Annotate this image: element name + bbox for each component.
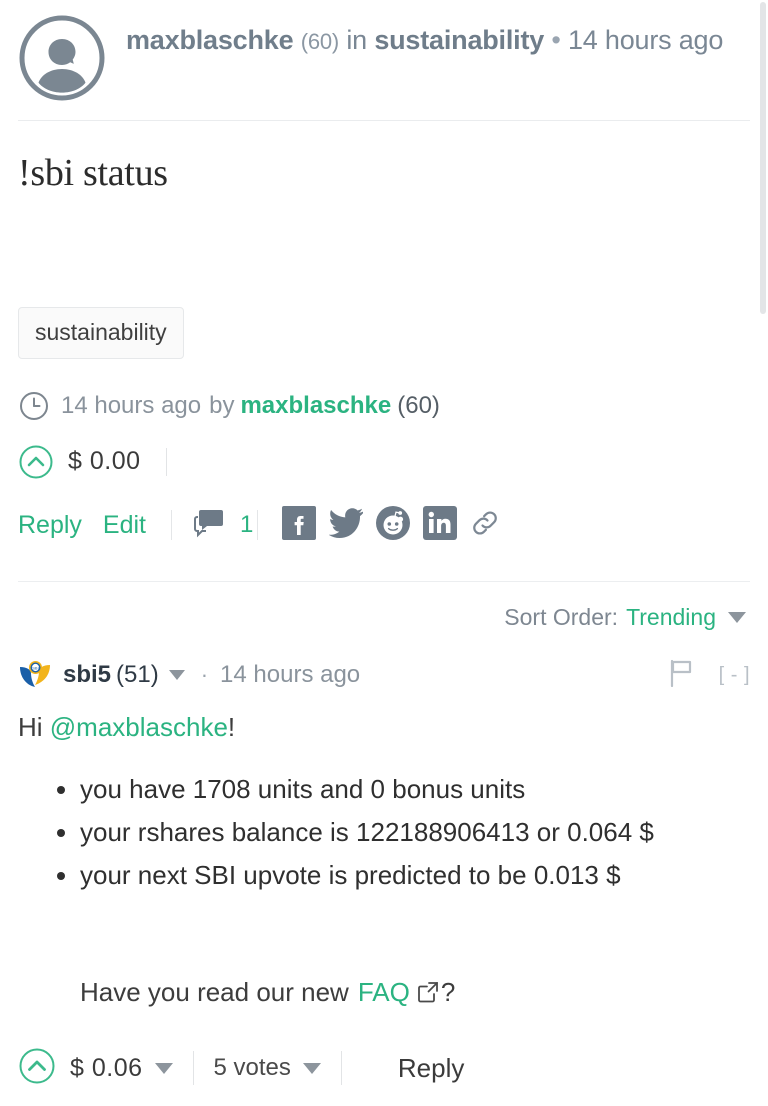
comment-author-reputation: (51) (116, 661, 159, 689)
comment-reply-button[interactable]: Reply (398, 1053, 464, 1084)
tag-chip-sustainability[interactable]: sustainability (18, 306, 184, 359)
comment: SBI sbi5 (51) · 14 hours ago [ - ] Hi @m… (0, 631, 768, 1008)
post-payout-value[interactable]: $ 0.00 (68, 447, 141, 476)
mention-link[interactable]: @maxblaschke (50, 712, 228, 742)
list-item: you have 1708 units and 0 bonus units (80, 769, 750, 810)
comment-votes-value[interactable]: 5 votes (214, 1054, 291, 1082)
comment-bullet-list: you have 1708 units and 0 bonus units yo… (18, 769, 750, 896)
post-edit-button[interactable]: Edit (103, 511, 146, 540)
linkedin-icon[interactable] (423, 505, 458, 545)
sort-order-value[interactable]: Trending (626, 604, 716, 631)
actions-divider-1 (171, 510, 173, 541)
external-link-icon[interactable] (417, 981, 439, 1003)
page-scrollbar[interactable] (758, 0, 768, 1106)
collapse-comment-button[interactable]: [ - ] (719, 664, 750, 687)
community-link[interactable]: sustainability (374, 25, 544, 55)
post-page: maxblaschke (60) in sustainability • 14 … (0, 0, 768, 1106)
faq-prefix-text: Have you read our new (80, 976, 349, 1007)
clock-icon (18, 390, 50, 422)
comment-footer: $ 0.06 5 votes Reply (0, 1008, 768, 1090)
comment-meta-separator: · (200, 662, 209, 688)
tag-list: sustainability (0, 306, 768, 359)
comment-author-chevron-down-icon[interactable] (168, 670, 185, 681)
post-meta-age: 14 hours ago (61, 391, 202, 419)
comment-header: SBI sbi5 (51) · 14 hours ago [ - ] (18, 631, 750, 692)
comment-count-group[interactable]: 1 (194, 508, 253, 543)
post-actions-row: Reply Edit 1 (0, 480, 768, 545)
post-payout-row: $ 0.00 (0, 422, 768, 480)
faq-link[interactable]: FAQ (358, 977, 410, 1008)
comment-footer-divider-2 (340, 1051, 342, 1086)
comment-header-controls: [ - ] (669, 659, 750, 692)
post-author-link[interactable]: maxblaschke (126, 25, 294, 55)
list-item: your next SBI upvote is predicted to be … (80, 855, 750, 896)
in-word: in (346, 25, 367, 55)
post-reply-button[interactable]: Reply (18, 511, 82, 540)
list-item: your rshares balance is 122188906413 or … (80, 812, 750, 853)
chevron-down-icon[interactable] (728, 611, 746, 623)
greeting-prefix: Hi (18, 711, 50, 742)
comment-footer-divider-1 (192, 1051, 194, 1086)
link-icon[interactable] (470, 508, 500, 543)
post-meta-by: by (209, 391, 235, 419)
faq-suffix-text: ? (440, 976, 456, 1007)
byline-separator: • (551, 25, 561, 55)
post-meta-author-link[interactable]: maxblaschke (240, 392, 391, 420)
comment-bubble-icon (194, 508, 226, 543)
share-icon-group (282, 505, 500, 545)
page-title: !sbi status (18, 152, 168, 194)
post-header: maxblaschke (60) in sustainability • 14 … (0, 0, 768, 102)
sort-order-label: Sort Order: (504, 603, 619, 630)
comment-payout-value[interactable]: $ 0.06 (70, 1054, 143, 1083)
post-meta: 14 hours ago by maxblaschke (60) (0, 359, 768, 422)
post-author-reputation: (60) (300, 29, 340, 54)
reddit-icon[interactable] (376, 505, 411, 545)
facebook-icon[interactable] (282, 505, 317, 545)
comment-faq-line: Have you read our new FAQ ? (18, 898, 750, 1008)
sort-order-control[interactable]: Sort Order: Trending (0, 582, 768, 631)
payout-divider (165, 447, 167, 476)
scrollbar-thumb[interactable] (760, 2, 766, 314)
comment-count-value: 1 (240, 511, 254, 539)
comment-upvote-icon[interactable] (18, 1047, 56, 1090)
votes-chevron-down-icon[interactable] (302, 1062, 321, 1074)
svg-text:SBI: SBI (32, 665, 38, 670)
comment-greeting: Hi @maxblaschke! (18, 692, 750, 743)
flag-icon[interactable] (669, 659, 695, 692)
comment-author-link[interactable]: sbi5 (63, 661, 111, 689)
post-body-spacer (0, 197, 768, 307)
twitter-icon[interactable] (328, 507, 364, 543)
payout-chevron-down-icon[interactable] (154, 1062, 173, 1074)
comment-age: 14 hours ago (220, 661, 361, 689)
upvote-icon[interactable] (18, 444, 54, 480)
post-meta-reputation: (60) (397, 391, 440, 419)
sbi-logo-icon[interactable]: SBI (18, 660, 52, 690)
post-byline: maxblaschke (60) in sustainability • 14 … (126, 10, 723, 62)
post-age: 14 hours ago (567, 25, 724, 55)
avatar[interactable] (18, 14, 106, 102)
greeting-suffix: ! (227, 711, 236, 742)
actions-divider-2 (257, 510, 259, 541)
